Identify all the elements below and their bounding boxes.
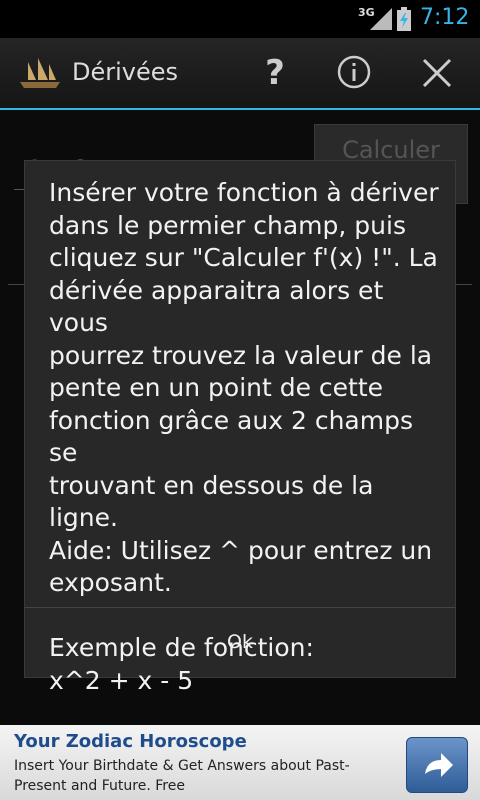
info-icon[interactable]: [336, 54, 372, 90]
app-title: Dérivées: [72, 58, 179, 86]
clock: 7:12: [420, 5, 470, 30]
battery-icon: [397, 7, 411, 31]
action-bar: Dérivées ?: [0, 38, 480, 110]
ad-description: Insert Your Birthdate & Get Answers abou…: [14, 758, 350, 794]
arrow-right-icon: [425, 753, 453, 777]
status-bar: 3G 7:12: [0, 0, 480, 38]
ad-banner[interactable]: Your Zodiac Horoscope Insert Your Birthd…: [0, 725, 480, 800]
signal-icon: [370, 8, 392, 30]
help-dialog: Insérer votre fonction à dériver dans le…: [24, 160, 456, 695]
ad-title[interactable]: Your Zodiac Horoscope: [14, 731, 247, 752]
ad-action-button[interactable]: [406, 737, 468, 793]
close-icon[interactable]: [418, 54, 456, 92]
app-logo-icon: [20, 58, 60, 88]
ok-button[interactable]: Ok: [25, 608, 455, 677]
help-button[interactable]: ?: [255, 50, 295, 96]
